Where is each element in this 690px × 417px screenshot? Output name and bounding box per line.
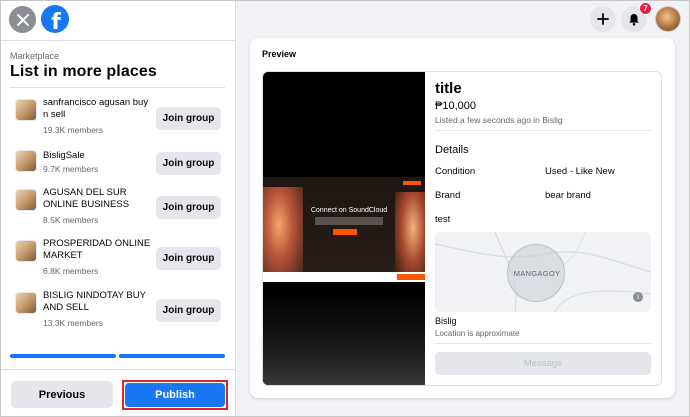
divider [1,369,236,370]
detail-value: bear brand [545,190,591,201]
group-name: AGUSAN DEL SUR ONLINE BUSINESS [43,187,130,210]
divider [435,130,651,131]
detail-label: Brand [435,190,461,201]
join-group-button[interactable]: Join group [156,152,221,175]
photo-art-right [395,192,425,282]
progress-indicator [10,354,116,358]
photo-fade [263,292,425,385]
close-button[interactable] [9,6,36,33]
bell-icon [629,13,639,26]
join-group-button[interactable]: Join group [156,196,221,219]
close-icon [16,13,29,26]
group-members: 6.8K members [43,266,99,276]
group-thumbnail [15,99,37,121]
publish-button[interactable]: Publish [125,383,225,407]
detail-value: Used - Like New [545,166,615,177]
divider [1,40,236,41]
group-thumbnail [15,240,37,262]
detail-label: Condition [435,166,476,177]
group-members: 19.3K members [43,125,103,135]
info-icon[interactable]: i [633,292,643,302]
group-name: BISLIG NINDOTAY BUY AND SELL [43,290,146,313]
listing-sidebar: f Marketplace List in more places sanfra… [1,1,236,416]
join-group-button[interactable]: Join group [156,107,221,130]
divider [10,87,225,88]
sidebar-topbar: f [1,1,236,41]
location-note: Location is approximate [435,329,520,338]
photo-subtext [315,217,383,225]
message-button: Message [435,352,651,375]
group-name: sanfrancisco agusan buy n sell [43,97,149,120]
notification-badge: 7 [639,2,652,15]
group-name: PROSPERIDAD ONLINE MARKET [43,238,151,261]
listing-price: ₱10,000 [435,100,476,112]
group-members: 13.3K members [43,318,103,328]
group-thumbnail [15,189,37,211]
photo-content: Connect on SoundCloud [263,177,425,282]
photo-search-bar [263,272,425,282]
photo-caption: Connect on SoundCloud [310,207,388,214]
previous-button[interactable]: Previous [11,381,113,408]
map-place-label: MANGAGOY [513,269,561,278]
group-name: BisligSale [43,150,85,161]
progress-indicator [119,354,225,358]
join-group-button[interactable]: Join group [156,247,221,270]
listing-photo: Connect on SoundCloud [263,72,425,385]
listing-details: title ₱10,000 Listed a few seconds ago i… [425,72,661,385]
listing-description: test [435,214,451,225]
divider [435,343,651,344]
create-button[interactable] [590,6,616,32]
facebook-logo-icon[interactable]: f [41,5,69,33]
details-heading: Details [435,144,469,156]
group-members: 9.7K members [43,164,99,174]
photo-button [333,229,357,235]
listing-preview: Connect on SoundCloud title ₱10,000 List… [262,71,662,386]
listing-title: title [435,80,462,97]
preview-card: Preview Connect on SoundCloud title ₱10,… [250,38,675,398]
listing-time: Listed a few seconds ago in Bislig [435,115,563,125]
plus-icon [597,13,609,25]
photo-search-button [397,274,425,280]
group-thumbnail [15,150,37,172]
photo-art-left [263,187,303,282]
page-title: List in more places [10,63,157,80]
group-members: 8.5K members [43,215,99,225]
photo-tag [403,181,421,185]
location-map: MANGAGOY i [435,232,651,312]
preview-label: Preview [262,49,297,59]
location-name: Bislig [435,316,457,326]
join-group-button[interactable]: Join group [156,299,221,322]
avatar[interactable] [655,6,681,32]
breadcrumb[interactable]: Marketplace [10,51,59,61]
publish-button-highlight: Publish [122,380,228,410]
group-thumbnail [15,292,37,314]
